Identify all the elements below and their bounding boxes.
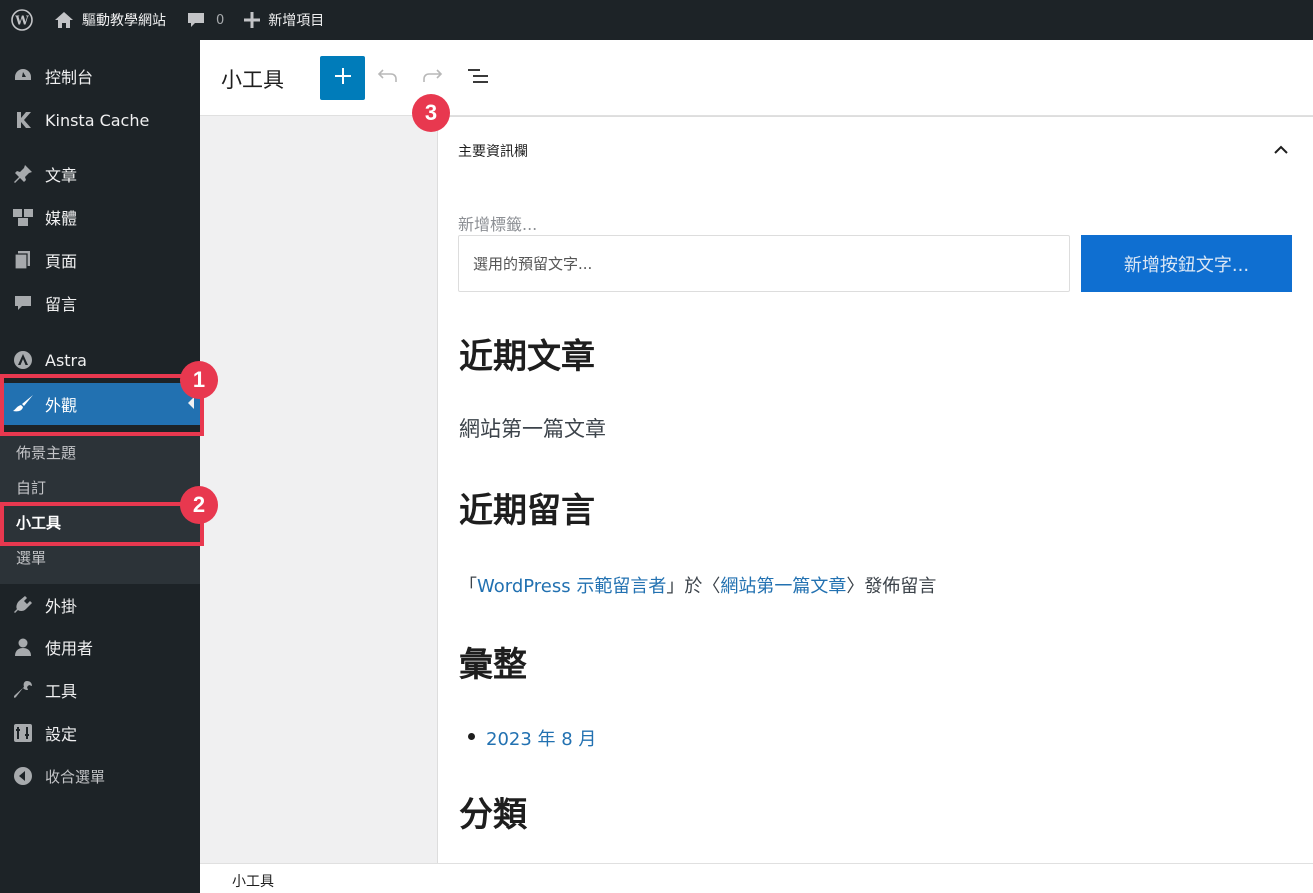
menu-label: 工具 xyxy=(45,682,78,701)
kinsta-icon xyxy=(10,107,36,133)
widgets-canvas: 主要資訊欄 新增標籤... 新增按鈕文字... 近期文章 網站第一篇文章 近期留… xyxy=(200,116,1313,863)
menu-label: 留言 xyxy=(45,295,78,314)
new-content-link[interactable]: 新增項目 xyxy=(234,0,334,40)
undo-icon xyxy=(377,68,399,88)
comment-count: 0 xyxy=(216,12,225,28)
dashboard-icon xyxy=(10,63,36,89)
recent-comment-item: 「WordPress 示範留言者」於〈網站第一篇文章〉發佈留言 xyxy=(459,572,936,598)
svg-text:W: W xyxy=(14,14,29,28)
annotation-badge-1: 1 xyxy=(180,361,218,399)
menu-label: Kinsta Cache xyxy=(45,110,150,130)
widget-area-title: 主要資訊欄 xyxy=(458,144,528,160)
wordpress-logo-icon[interactable]: W xyxy=(0,0,44,40)
menu-label: 頁面 xyxy=(45,252,78,271)
home-icon xyxy=(54,11,74,29)
menu-tools[interactable]: 工具 xyxy=(0,670,200,710)
settings-icon xyxy=(10,720,36,746)
redo-button[interactable] xyxy=(416,62,448,94)
media-icon xyxy=(10,204,36,230)
menu-users[interactable]: 使用者 xyxy=(0,627,200,667)
user-icon xyxy=(10,634,36,660)
menu-posts[interactable]: 文章 xyxy=(0,154,200,194)
menu-label: 媒體 xyxy=(45,209,78,228)
menu-dashboard[interactable]: 控制台 xyxy=(0,56,200,96)
menu-settings[interactable]: 設定 xyxy=(0,713,200,753)
add-block-button[interactable] xyxy=(320,56,365,100)
list-view-button[interactable] xyxy=(462,62,494,94)
categories-heading: 分類 xyxy=(459,795,527,835)
collapse-area-button[interactable] xyxy=(1271,139,1291,159)
comment-end-text: 〉發佈留言 xyxy=(846,576,937,597)
submenu-themes[interactable]: 佈景主題 xyxy=(16,442,76,463)
search-button[interactable]: 新增按鈕文字... xyxy=(1081,235,1292,292)
comment-middle-text: 」於〈 xyxy=(666,576,721,597)
comment-open-bracket: 「 xyxy=(459,576,477,597)
chevron-up-icon xyxy=(1274,140,1288,159)
highlight-appearance xyxy=(0,374,204,436)
plugin-icon xyxy=(10,592,36,618)
menu-label: 控制台 xyxy=(45,68,94,87)
block-breadcrumb: 小工具 xyxy=(200,863,1313,893)
menu-label: Astra xyxy=(45,350,87,370)
search-input[interactable] xyxy=(458,235,1070,292)
annotation-badge-3: 3 xyxy=(412,94,450,132)
pin-icon xyxy=(10,161,36,187)
comment-bubble-icon xyxy=(186,11,206,29)
submenu-customize[interactable]: 自訂 xyxy=(16,477,46,498)
menu-kinsta-cache[interactable]: Kinsta Cache xyxy=(0,100,200,140)
archives-heading: 彙整 xyxy=(459,645,527,685)
list-view-icon xyxy=(466,67,490,89)
list-bullet xyxy=(468,733,475,740)
wrench-icon xyxy=(10,677,36,703)
astra-icon xyxy=(10,347,36,373)
menu-label: 外掛 xyxy=(45,597,78,616)
redo-icon xyxy=(421,68,443,88)
archive-list-item[interactable]: 2023 年 8 月 xyxy=(468,725,596,751)
admin-sidebar: 控制台 Kinsta Cache 文章 媒體 頁面 留言 Astra 外觀 佈景… xyxy=(0,40,200,893)
menu-comments[interactable]: 留言 xyxy=(0,283,200,323)
archive-link[interactable]: 2023 年 8 月 xyxy=(486,725,596,751)
site-name: 驅動教學網站 xyxy=(82,13,166,29)
editor-header: 小工具 xyxy=(200,40,1313,116)
undo-button[interactable] xyxy=(372,62,404,94)
collapse-icon xyxy=(10,763,36,789)
recent-post-link[interactable]: 網站第一篇文章 xyxy=(459,413,606,443)
comment-author-link[interactable]: WordPress 示範留言者 xyxy=(477,576,666,597)
new-content-label: 新增項目 xyxy=(268,13,325,29)
highlight-widgets xyxy=(0,502,204,546)
comment-icon xyxy=(10,290,36,316)
comment-post-link[interactable]: 網站第一篇文章 xyxy=(720,576,846,597)
menu-collapse[interactable]: 收合選單 xyxy=(0,756,200,796)
widget-area-primary: 主要資訊欄 新增標籤... 新增按鈕文字... 近期文章 網站第一篇文章 近期留… xyxy=(437,116,1313,863)
menu-label: 使用者 xyxy=(45,639,94,658)
submenu-menus[interactable]: 選單 xyxy=(16,547,46,568)
plus-icon xyxy=(334,67,352,89)
admin-bar: W 驅動教學網站 0 新增項目 xyxy=(0,0,1313,40)
menu-media[interactable]: 媒體 xyxy=(0,197,200,237)
page-title: 小工具 xyxy=(221,68,284,92)
menu-label: 文章 xyxy=(45,166,78,185)
comments-link[interactable]: 0 xyxy=(176,0,234,40)
site-name-link[interactable]: 驅動教學網站 xyxy=(44,0,176,40)
menu-plugins[interactable]: 外掛 xyxy=(0,585,200,625)
menu-label: 收合選單 xyxy=(45,767,106,786)
menu-label: 設定 xyxy=(45,725,78,744)
recent-posts-heading: 近期文章 xyxy=(459,337,595,377)
plus-icon xyxy=(244,12,261,28)
page-icon xyxy=(10,247,36,273)
annotation-badge-2: 2 xyxy=(180,486,218,524)
search-block-label[interactable]: 新增標籤... xyxy=(458,211,537,235)
breadcrumb-item[interactable]: 小工具 xyxy=(232,871,274,891)
recent-comments-heading: 近期留言 xyxy=(459,491,595,531)
menu-pages[interactable]: 頁面 xyxy=(0,240,200,280)
